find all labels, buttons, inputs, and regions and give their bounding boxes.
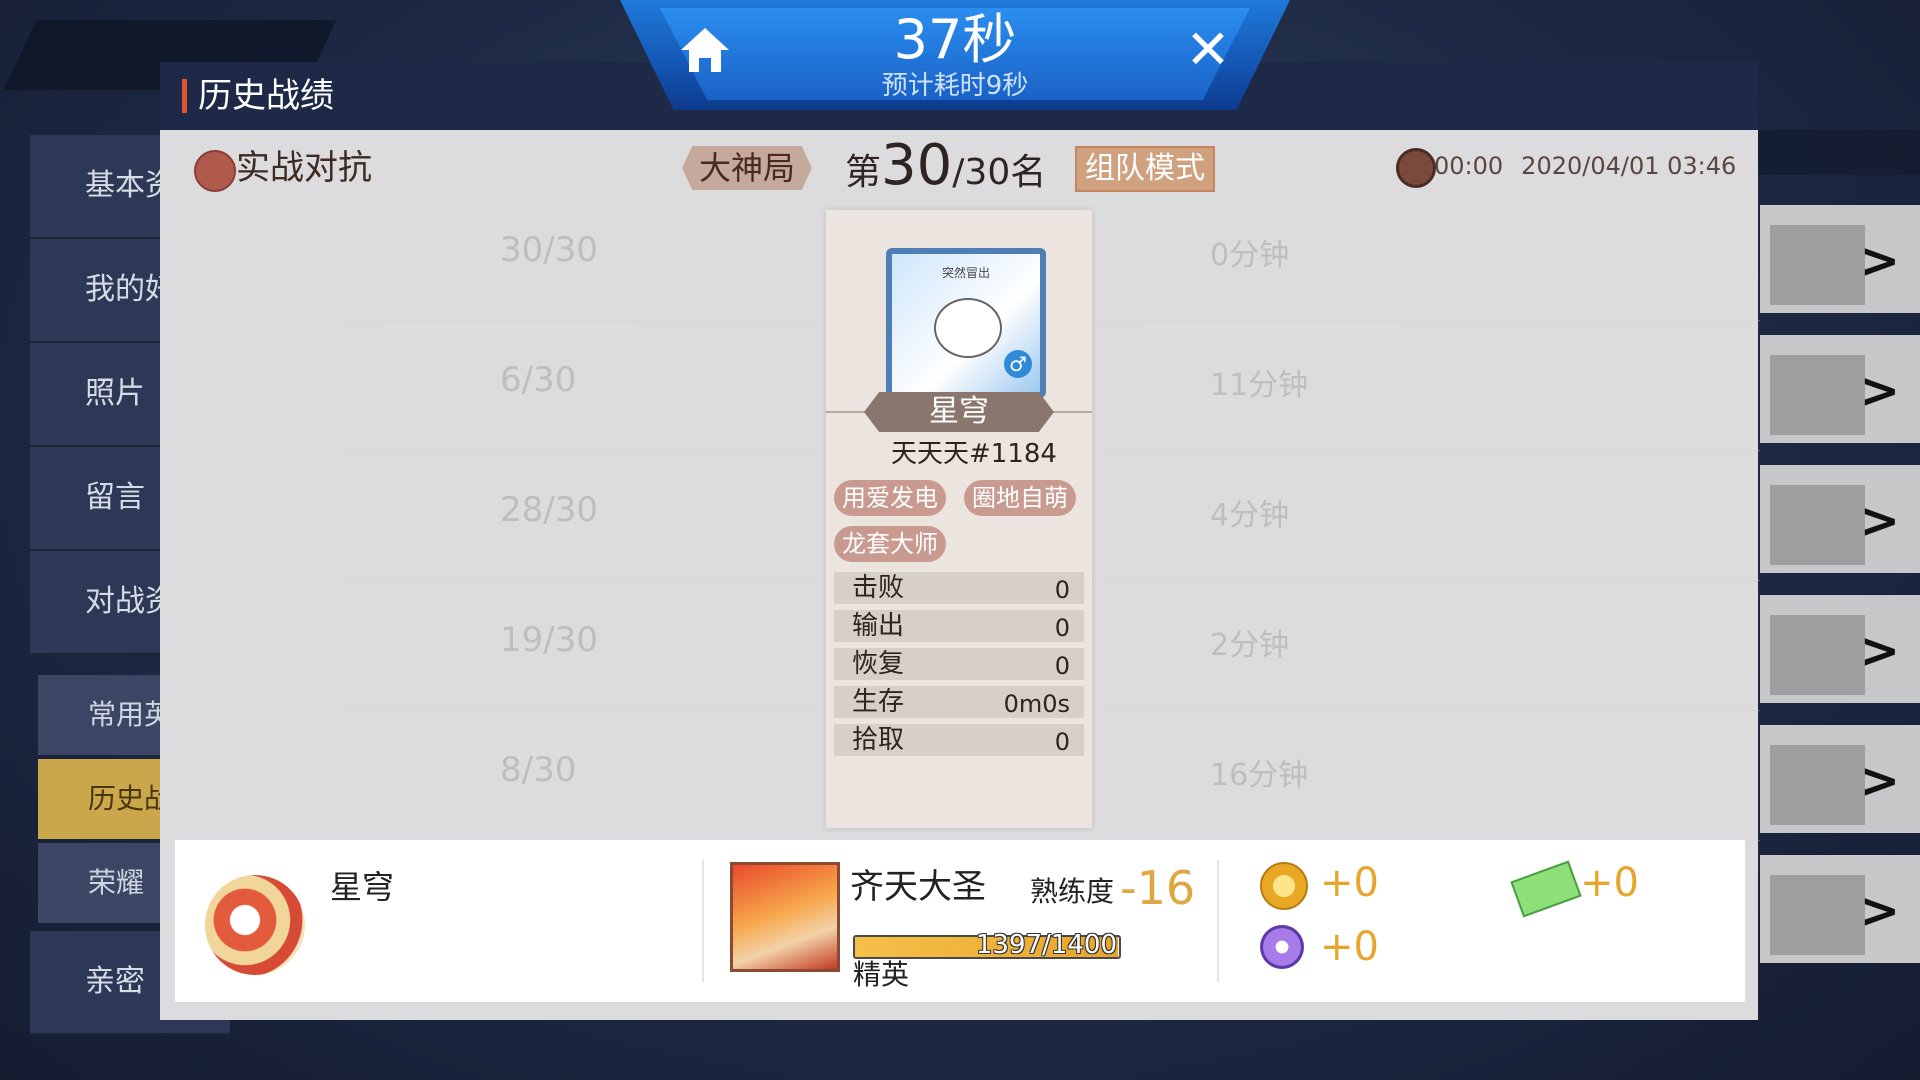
match-rank: 第30/30名 bbox=[845, 134, 1046, 211]
proficiency-delta: -16 bbox=[1120, 861, 1196, 915]
gem-reward: +0 bbox=[1580, 860, 1639, 906]
stat-value: 0 bbox=[1054, 728, 1070, 756]
gold-coin-icon bbox=[1260, 862, 1308, 910]
hero-name: 齐天大圣 bbox=[850, 867, 986, 907]
chevron-right-icon: > bbox=[1859, 493, 1900, 549]
item-slot bbox=[1770, 485, 1865, 565]
row-rank: 8/30 bbox=[500, 750, 577, 790]
item-slot bbox=[1770, 225, 1865, 305]
player-nameplate: 星穹 bbox=[864, 392, 1054, 432]
row-rank: 30/30 bbox=[500, 230, 598, 270]
team-mode-tag: 组队模式 bbox=[1075, 146, 1215, 192]
player-tag: 龙套大师 bbox=[834, 526, 946, 562]
proficiency-progress-text: 1397/1400 bbox=[975, 930, 1117, 960]
chevron-right-icon: > bbox=[1859, 753, 1900, 809]
gold-reward: +0 bbox=[1320, 860, 1379, 906]
item-slot bbox=[1770, 615, 1865, 695]
divider bbox=[1052, 411, 1092, 413]
divider bbox=[702, 860, 704, 982]
close-button[interactable]: ✕ bbox=[1178, 20, 1238, 80]
player-tag: 用爱发电 bbox=[834, 480, 946, 516]
proficiency-rank: 精英 bbox=[853, 958, 910, 991]
stat-value: 0 bbox=[1054, 576, 1070, 604]
purple-orb-icon bbox=[1260, 925, 1304, 969]
player-card: 突然冒出 ♂ 星穹 天天天#1184 用爱发电 圈地自萌 龙套大师 击败 0 输出… bbox=[826, 210, 1092, 828]
stat-value: 0 bbox=[1054, 652, 1070, 680]
stat-value: 0 bbox=[1054, 614, 1070, 642]
dialog-title: 历史战绩 bbox=[198, 76, 334, 116]
title-accent-bar bbox=[182, 79, 187, 113]
bg-history-row[interactable]: > bbox=[1760, 335, 1920, 443]
divider bbox=[1217, 860, 1219, 982]
bg-history-row[interactable]: > bbox=[1760, 595, 1920, 703]
chevron-right-icon: > bbox=[1859, 363, 1900, 419]
divider bbox=[826, 411, 866, 413]
row-duration: 4分钟 bbox=[1210, 498, 1290, 533]
chevron-right-icon: > bbox=[1859, 623, 1900, 679]
avatar-face bbox=[934, 298, 1002, 358]
row-duration: 0分钟 bbox=[1210, 238, 1290, 273]
result-player-name: 星穹 bbox=[330, 868, 395, 906]
row-rank: 19/30 bbox=[500, 620, 598, 660]
rank-number: 30 bbox=[881, 133, 953, 198]
item-slot bbox=[1770, 745, 1865, 825]
row-rank: 6/30 bbox=[500, 360, 577, 400]
match-duration: 00:00 bbox=[1434, 152, 1504, 180]
rank-suffix: /30名 bbox=[952, 152, 1047, 193]
row-duration: 2分钟 bbox=[1210, 628, 1290, 663]
stat-row: 拾取 0 bbox=[834, 724, 1084, 756]
avatar[interactable]: 突然冒出 ♂ bbox=[886, 248, 1046, 398]
item-slot bbox=[1770, 875, 1865, 955]
stat-label: 恢复 bbox=[852, 649, 905, 679]
match-datetime: 2020/04/01 03:46 bbox=[1521, 152, 1737, 180]
tier-tag: 大神局 bbox=[682, 146, 812, 190]
row-duration: 16分钟 bbox=[1210, 758, 1309, 793]
match-time: 00:00 2020/04/01 03:46 bbox=[1434, 148, 1736, 184]
bg-history-row[interactable]: > bbox=[1760, 855, 1920, 963]
item-slot bbox=[1770, 355, 1865, 435]
mode-label: 实战对抗 bbox=[236, 148, 372, 188]
close-icon: ✕ bbox=[1185, 18, 1231, 81]
stat-value: 0m0s bbox=[1003, 690, 1070, 718]
chevron-right-icon: > bbox=[1859, 233, 1900, 289]
stat-row: 击败 0 bbox=[834, 572, 1084, 604]
stat-label: 拾取 bbox=[852, 725, 905, 755]
stat-label: 输出 bbox=[852, 611, 905, 641]
row-rank: 28/30 bbox=[500, 490, 598, 530]
avatar-caption: 突然冒出 bbox=[941, 266, 990, 280]
gem-ticket-icon bbox=[1510, 860, 1582, 918]
bg-decoration bbox=[1750, 130, 1920, 175]
row-duration: 11分钟 bbox=[1210, 368, 1309, 403]
result-bar: 星穹 齐天大圣 熟练度 -16 1397/1400 精英 +0 +0 +0 bbox=[175, 840, 1745, 1002]
male-icon: ♂ bbox=[1004, 350, 1032, 378]
stat-label: 生存 bbox=[852, 687, 905, 717]
rank-prefix: 第 bbox=[845, 152, 882, 193]
proficiency-label: 熟练度 bbox=[1030, 875, 1115, 908]
purple-reward: +0 bbox=[1320, 924, 1379, 970]
player-id: 天天天#1184 bbox=[891, 439, 1057, 469]
mode-icon bbox=[194, 150, 236, 192]
stat-row: 恢复 0 bbox=[834, 648, 1084, 680]
side-menu: 基本资料 我的好友 照片 留言 对战资料 常用英雄 历史战绩 荣耀 亲密 bbox=[30, 135, 230, 1035]
chevron-right-icon: > bbox=[1859, 883, 1900, 939]
bg-history-row[interactable]: > bbox=[1760, 465, 1920, 573]
stat-row: 生存 0m0s bbox=[834, 686, 1084, 718]
stat-label: 击败 bbox=[852, 573, 905, 603]
player-emblem bbox=[205, 875, 305, 975]
clock-icon bbox=[1396, 148, 1436, 188]
bg-history-row[interactable]: > bbox=[1760, 205, 1920, 313]
stat-row: 输出 0 bbox=[834, 610, 1084, 642]
bg-history-row[interactable]: > bbox=[1760, 725, 1920, 833]
player-tag: 圈地自萌 bbox=[964, 480, 1076, 516]
hero-portrait[interactable] bbox=[730, 862, 840, 972]
